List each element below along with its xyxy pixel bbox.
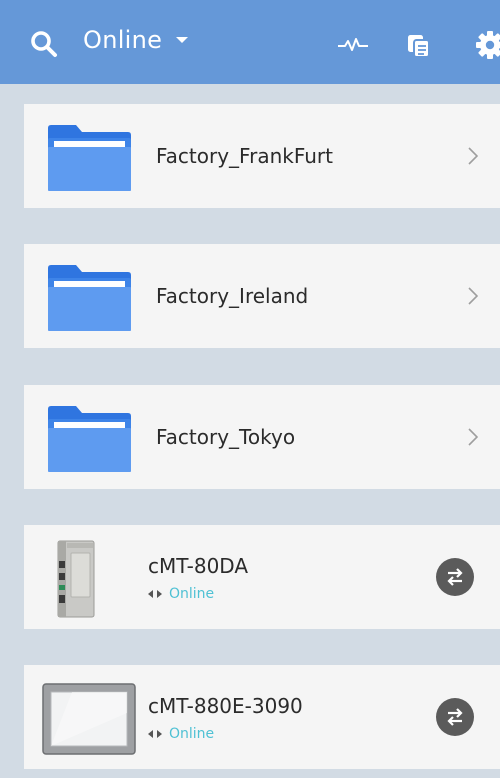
device-module-icon	[57, 540, 95, 618]
folder-icon	[48, 406, 131, 472]
folder-label: Factory_FrankFurt	[156, 144, 333, 168]
chevron-right-icon	[468, 287, 478, 305]
link-arrows-icon	[148, 590, 162, 598]
device-status: Online	[148, 586, 214, 602]
status-filter-dropdown[interactable]: Online	[83, 26, 189, 54]
folder-label: Factory_Ireland	[156, 284, 309, 308]
device-name: cMT-80DA	[148, 554, 249, 578]
connect-button[interactable]	[436, 558, 474, 596]
top-bar: Online	[0, 0, 500, 84]
device-row-cmt-80da[interactable]: cMT-80DA Online	[24, 525, 500, 629]
chevron-down-icon	[176, 37, 189, 43]
gear-icon[interactable]	[476, 31, 500, 59]
chevron-right-icon	[468, 428, 478, 446]
search-icon[interactable]	[30, 30, 58, 58]
swap-arrows-icon	[447, 568, 463, 586]
folder-row-ireland[interactable]: Factory_Ireland	[24, 244, 500, 348]
status-filter-label: Online	[83, 26, 163, 54]
device-name: cMT-880E-3090	[148, 694, 303, 718]
device-status-label: Online	[169, 586, 215, 602]
device-status-label: Online	[169, 726, 215, 742]
connect-button[interactable]	[436, 698, 474, 736]
folder-row-tokyo[interactable]: Factory_Tokyo	[24, 385, 500, 489]
folder-icon	[48, 125, 131, 191]
swap-arrows-icon	[447, 708, 463, 726]
pulse-icon[interactable]	[337, 36, 369, 52]
device-status: Online	[148, 726, 214, 742]
copy-icon[interactable]	[406, 33, 432, 59]
folder-icon	[48, 265, 131, 331]
folder-label: Factory_Tokyo	[156, 425, 296, 449]
folder-row-frankfurt[interactable]: Factory_FrankFurt	[24, 104, 500, 208]
device-panel-icon	[42, 683, 136, 755]
device-row-cmt-880e-3090[interactable]: cMT-880E-3090 Online	[24, 665, 500, 769]
link-arrows-icon	[148, 730, 162, 738]
chevron-right-icon	[468, 147, 478, 165]
